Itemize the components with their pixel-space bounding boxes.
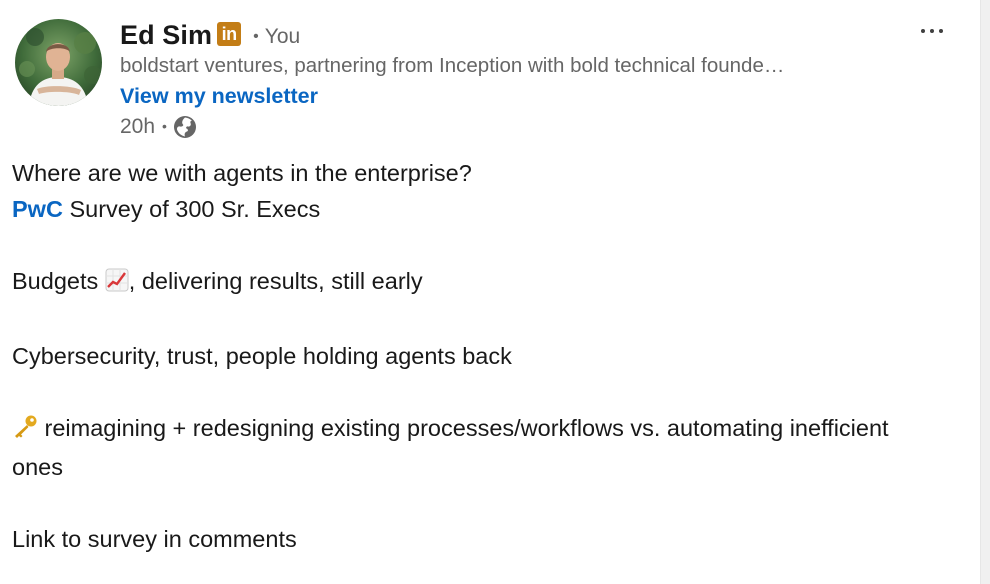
post-line: Budgets , delivering results, still earl… [12,263,912,302]
post-header: Ed Sim in • You boldstart ventures, partn… [120,18,880,143]
avatar[interactable] [15,19,102,106]
connection-degree: • You [253,25,300,49]
company-mention-link[interactable]: PwC [12,196,63,222]
separator-dot: • [162,118,167,134]
post-text: Link to survey in comments [12,526,297,552]
post-body: Where are we with agents in the enterpri… [12,155,912,557]
ellipsis-dot [930,29,934,33]
feed-post: Ed Sim in • You boldstart ventures, partn… [0,0,980,584]
linkedin-premium-badge-icon: in [217,22,242,46]
post-text: reimagining + redesigning existing proce… [12,415,889,480]
ellipsis-dot [939,29,943,33]
post-line: Cybersecurity, trust, people holding age… [12,338,912,374]
chart-increasing-emoji-icon [105,266,129,302]
view-newsletter-link[interactable]: View my newsletter [120,81,318,111]
post-meta: 20h • [120,111,880,143]
post-text: Cybersecurity, trust, people holding age… [12,343,512,369]
more-options-button[interactable] [912,16,952,46]
post-line: PwC Survey of 300 Sr. Execs [12,191,912,227]
post-text: Survey of 300 Sr. Execs [62,196,321,222]
profile-photo-icon [15,19,102,106]
key-emoji-icon [12,413,38,449]
separator-dot: • [253,27,259,45]
author-name-row: Ed Sim in • You [120,18,880,52]
connection-label: You [264,24,301,48]
post-line: Where are we with agents in the enterpri… [12,155,912,191]
scrollbar-track[interactable] [980,0,990,584]
post-text: Where are we with agents in the enterpri… [12,160,472,186]
post-text: Budgets [12,268,105,294]
globe-icon [173,115,197,139]
author-name[interactable]: Ed Sim [120,20,212,51]
post-time[interactable]: 20h [120,115,155,139]
post-line: reimagining + redesigning existing proce… [12,410,912,485]
ellipsis-dot [921,29,925,33]
author-headline: boldstart ventures, partnering from Ince… [120,54,785,77]
post-text: , delivering results, still early [128,268,423,294]
post-line: Link to survey in comments [12,521,912,557]
